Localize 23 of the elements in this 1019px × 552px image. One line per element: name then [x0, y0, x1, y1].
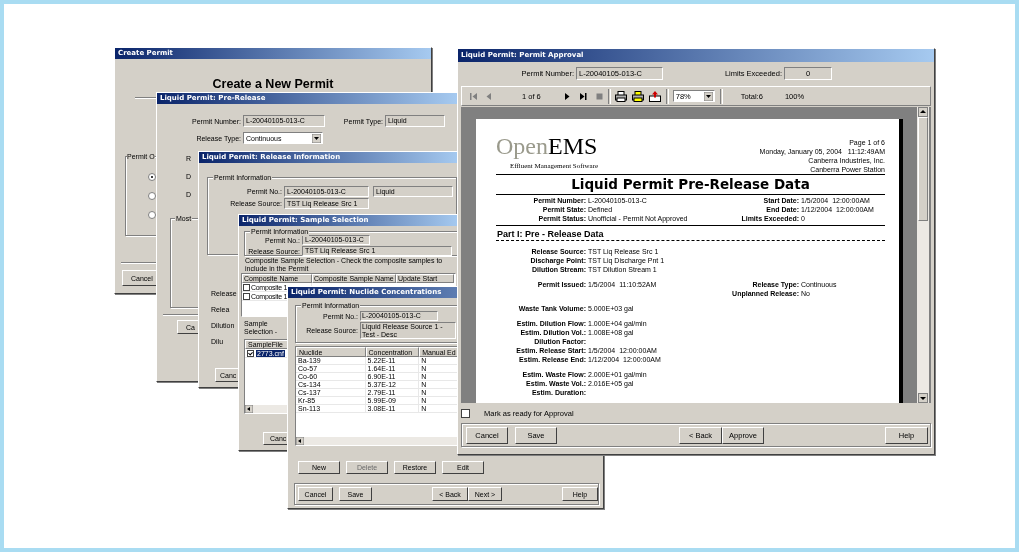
checkbox[interactable] — [461, 408, 470, 418]
dialog-heading: Create a New Permit — [211, 77, 335, 91]
first-page-icon[interactable] — [470, 91, 478, 101]
stop-icon[interactable] — [595, 92, 603, 100]
checkbox[interactable] — [247, 349, 254, 357]
dropdown-arrow-icon[interactable] — [312, 133, 321, 143]
checkbox[interactable] — [243, 283, 250, 291]
export-icon[interactable] — [648, 90, 661, 102]
next-page-icon[interactable] — [563, 91, 570, 101]
vertical-scrollbar[interactable] — [917, 107, 929, 403]
last-page-icon[interactable] — [578, 91, 587, 101]
checkbox[interactable] — [243, 292, 250, 300]
logo-text: EMS — [548, 133, 598, 159]
left-arrow-icon[interactable] — [245, 405, 253, 413]
printer-icon[interactable] — [631, 90, 644, 102]
logo-text: Open — [496, 133, 548, 159]
dropdown-arrow-icon[interactable] — [703, 91, 713, 101]
left-arrow-icon[interactable] — [296, 437, 304, 445]
scroll-thumb[interactable] — [918, 117, 928, 221]
previous-page-icon[interactable] — [486, 91, 492, 101]
section-title: Part I: Pre - Release Data — [496, 228, 885, 241]
printer-icon[interactable] — [614, 90, 627, 102]
report-title: Liquid Permit Pre-Release Data — [496, 175, 885, 195]
